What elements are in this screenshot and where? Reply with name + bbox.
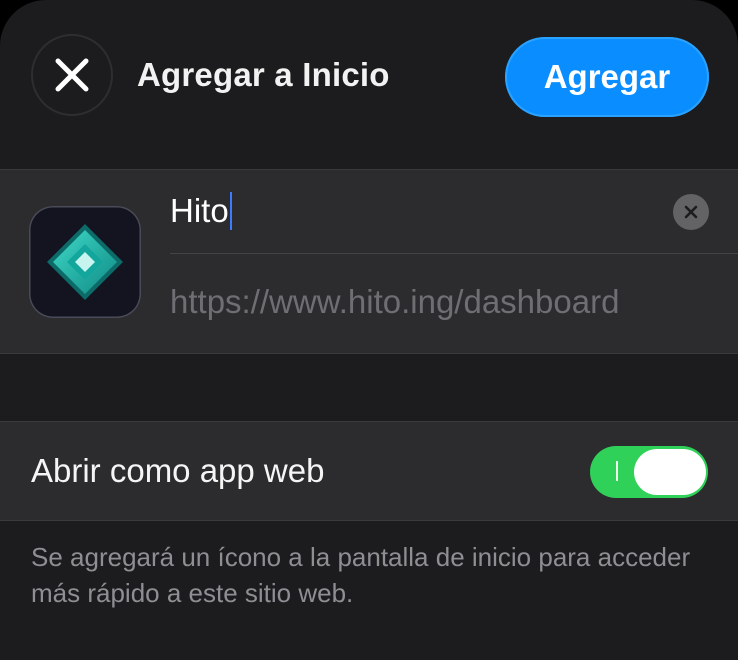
toggle-knob[interactable] (634, 449, 706, 495)
toggle-on-indicator (616, 461, 618, 481)
add-button[interactable]: Agregar (505, 37, 709, 117)
clear-text-button[interactable] (673, 194, 709, 230)
add-to-home-sheet: Agregar a Inicio Agregar Hito https://ww… (0, 0, 738, 660)
web-app-toggle[interactable] (590, 446, 708, 498)
app-icon (29, 206, 141, 318)
web-app-row: Abrir como app web (0, 421, 738, 521)
sheet-header: Agregar a Inicio Agregar (0, 0, 738, 150)
text-caret (229, 192, 232, 230)
clear-icon (684, 205, 698, 219)
close-button[interactable] (31, 34, 113, 116)
site-card: Hito https://www.hito.ing/dashboard (0, 169, 738, 354)
name-value: Hito (170, 192, 229, 229)
name-field[interactable]: Hito (170, 170, 738, 254)
site-url: https://www.hito.ing/dashboard (170, 283, 620, 320)
web-app-label: Abrir como app web (31, 452, 325, 489)
hito-logo-icon (47, 224, 123, 300)
close-icon (55, 58, 89, 92)
sheet-title: Agregar a Inicio (137, 56, 390, 93)
footnote-text: Se agregará un ícono a la pantalla de in… (31, 542, 691, 608)
name-input[interactable]: Hito (170, 192, 232, 230)
